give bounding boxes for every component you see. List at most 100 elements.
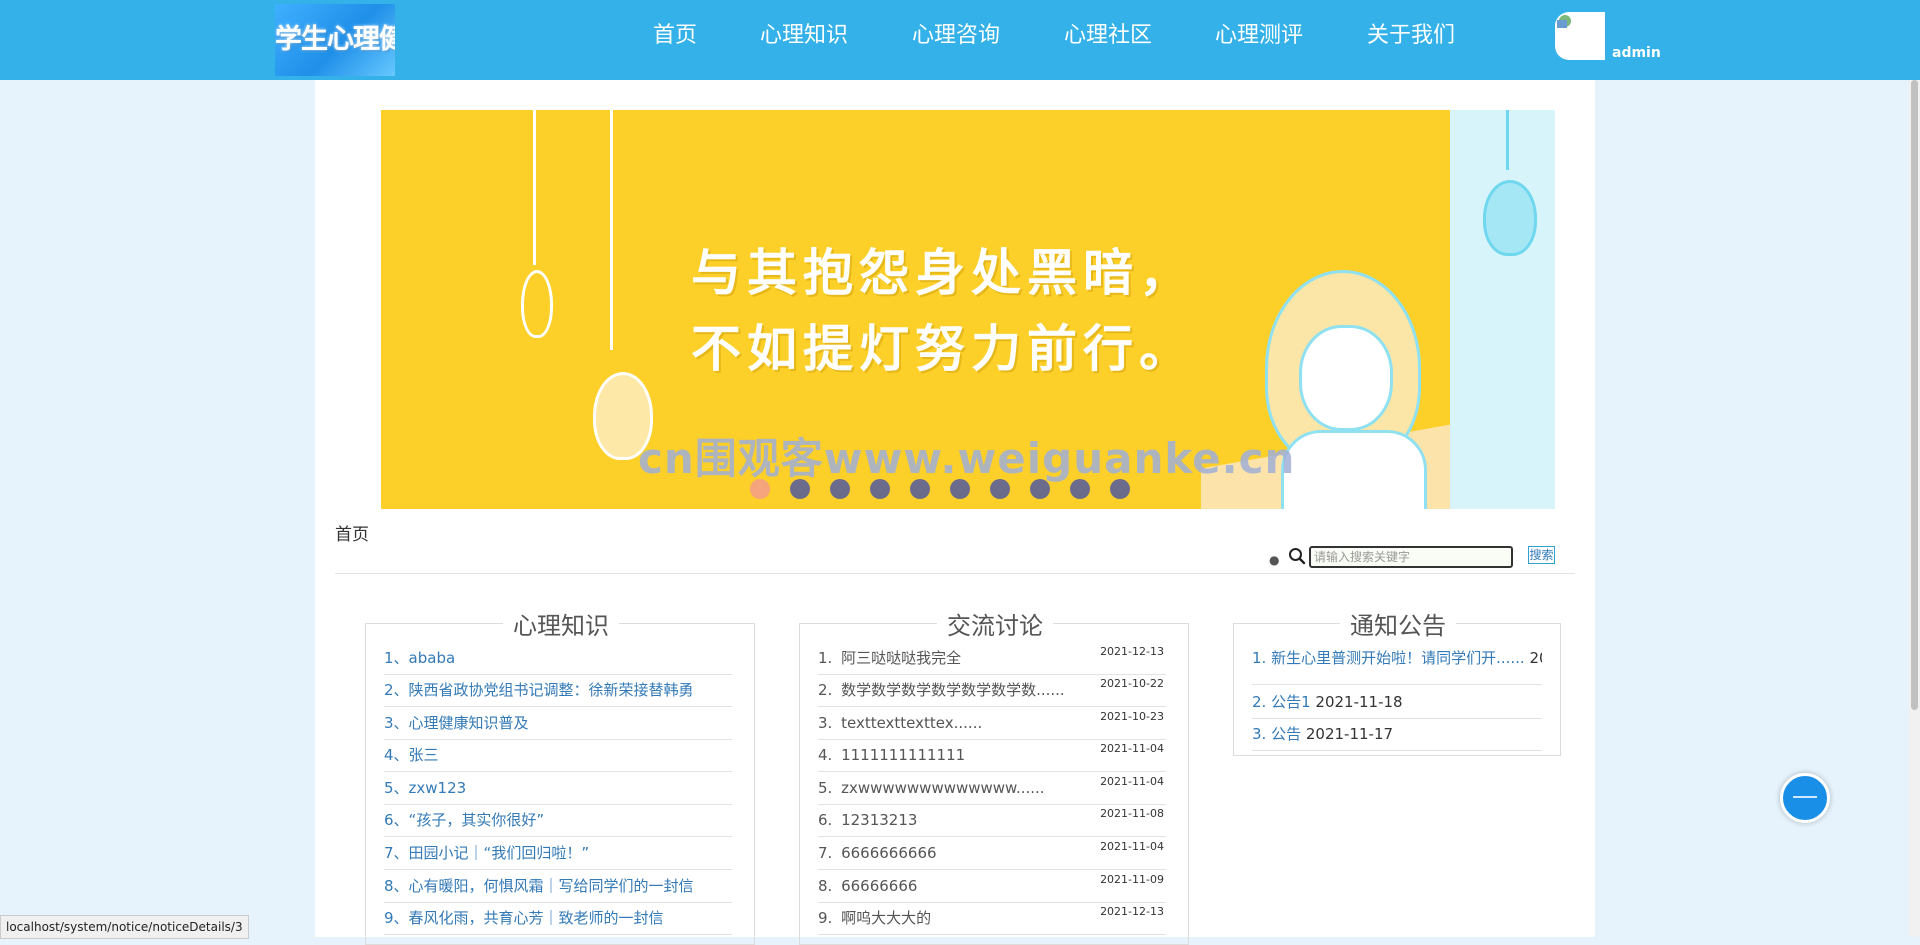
notice-item-date: 2021-11-17 — [1305, 725, 1394, 743]
discussion-item-title[interactable]: 1111111111111 — [841, 746, 965, 764]
knowledge-list-item[interactable]: 7、田园小记｜“我们回归啦！” — [384, 837, 732, 870]
lightbulb-icon — [1483, 180, 1537, 256]
discussion-item-number: 5. — [818, 779, 833, 797]
banner-slogan-line2: 不如提灯努力前行。 — [691, 320, 1195, 378]
discussion-list-item[interactable]: 8. 66666666 2021-11-09 — [818, 870, 1166, 903]
knowledge-link[interactable]: 3、心理健康知识普及 — [384, 714, 529, 732]
notice-list-item[interactable]: 1. 新生心里普测开始啦！请同学们开...... 2021-11-18 — [1252, 642, 1542, 685]
discussion-item-number: 9. — [818, 909, 833, 927]
discussion-list-item[interactable]: 9. 啊呜大大大的 2021-12-13 — [818, 902, 1166, 935]
nav-psych-knowledge[interactable]: 心理知识 — [760, 20, 848, 52]
discussion-item-title[interactable]: 66666666 — [841, 877, 917, 895]
carousel-dot[interactable] — [1030, 479, 1050, 499]
discussion-list-item[interactable]: 5. zxwwwwwwwwwwwww...... 2021-11-04 — [818, 772, 1166, 805]
notice-list-item[interactable]: 2. 公告1 2021-11-18 — [1252, 686, 1542, 719]
discussion-item-title[interactable]: 6666666666 — [841, 844, 936, 862]
discussion-item-date: 2021-10-22 — [1100, 677, 1164, 690]
discussion-item-title[interactable]: 12313213 — [841, 811, 917, 829]
carousel-dot[interactable] — [830, 479, 850, 499]
discussion-item-title[interactable]: texttexttexttex...... — [841, 714, 982, 732]
floating-action-button[interactable] — [1780, 773, 1830, 823]
nav-psych-community[interactable]: 心理社区 — [1064, 20, 1152, 52]
knowledge-list-item[interactable]: 8、心有暖阳，何惧风霜｜写给同学们的一封信 — [384, 870, 732, 903]
username-label[interactable]: admin — [1612, 45, 1661, 61]
discussion-item-number: 2. — [818, 681, 833, 699]
search-button[interactable]: 搜索 — [1528, 546, 1555, 564]
lamp-cord — [1506, 110, 1509, 170]
discussion-item-date: 2021-11-04 — [1100, 775, 1164, 788]
notice-list-item[interactable]: 3. 公告 2021-11-17 — [1252, 718, 1542, 751]
scrollbar-thumb[interactable] — [1911, 80, 1918, 710]
knowledge-link[interactable]: 7、田园小记｜“我们回归啦！” — [384, 844, 589, 862]
discussion-item-date: 2021-10-23 — [1100, 710, 1164, 723]
nav-home[interactable]: 首页 — [653, 20, 697, 52]
discussion-list-item[interactable]: 1. 阿三哒哒哒我完全 2021-12-13 — [818, 642, 1166, 675]
carousel-dot[interactable] — [870, 479, 890, 499]
notice-link[interactable]: 2. 公告1 — [1252, 693, 1311, 711]
knowledge-link[interactable]: 8、心有暖阳，何惧风霜｜写给同学们的一封信 — [384, 877, 694, 895]
discussion-list-item[interactable]: 6. 12313213 2021-11-08 — [818, 804, 1166, 837]
user-avatar[interactable] — [1555, 12, 1605, 60]
discussion-list-item[interactable]: 7. 6666666666 2021-11-04 — [818, 837, 1166, 870]
notice-link[interactable]: 1. 新生心里普测开始啦！请同学们开...... — [1252, 649, 1525, 667]
lightbulb-icon — [521, 270, 553, 338]
discussion-list-item[interactable]: 2. 数学数学数学数学数学数学数...... 2021-10-22 — [818, 674, 1166, 707]
girl-body-illustration — [1281, 430, 1427, 509]
knowledge-list-item[interactable]: 3、心理健康知识普及 — [384, 707, 732, 740]
girl-face-illustration — [1299, 325, 1393, 431]
banner-slogan: 与其抱怨身处黑暗， 不如提灯努力前行。 — [691, 235, 1195, 387]
page-scrollbar[interactable] — [1909, 80, 1920, 937]
top-navigation-bar: 学生心理健康 首页 心理知识 心理咨询 心理社区 心理测评 关于我们 admin — [0, 0, 1920, 80]
discussion-item-number: 6. — [818, 811, 833, 829]
notice-section-title: 通知公告 — [1340, 606, 1456, 641]
discussion-item-title[interactable]: 数学数学数学数学数学数学数...... — [841, 681, 1065, 699]
notice-section: 通知公告 1. 新生心里普测开始啦！请同学们开...... 2021-11-18… — [1233, 606, 1561, 756]
knowledge-list-item[interactable]: 1、ababa — [384, 642, 732, 675]
knowledge-list-item[interactable]: 2、陕西省政协党组书记调整：徐新荣接替韩勇 — [384, 674, 732, 707]
knowledge-link[interactable]: 1、ababa — [384, 649, 455, 667]
discussion-item-number: 4. — [818, 746, 833, 764]
carousel-dot[interactable] — [1070, 479, 1090, 499]
knowledge-link[interactable]: 4、张三 — [384, 746, 439, 764]
knowledge-link[interactable]: 6、“孩子，其实你很好” — [384, 811, 544, 829]
knowledge-list-item[interactable]: 9、春风化雨，共育心芳｜致老师的一封信 — [384, 902, 732, 935]
nav-about-us[interactable]: 关于我们 — [1367, 20, 1455, 52]
site-logo[interactable]: 学生心理健康 — [275, 4, 395, 76]
notice-link[interactable]: 3. 公告 — [1252, 725, 1301, 743]
search-icon[interactable] — [1288, 547, 1306, 565]
nav-psych-assessment[interactable]: 心理测评 — [1215, 20, 1303, 52]
breadcrumb: 首页 — [335, 525, 369, 545]
knowledge-list-item[interactable]: 5、zxw123 — [384, 772, 732, 805]
carousel-dot[interactable] — [790, 479, 810, 499]
carousel-dot[interactable] — [950, 479, 970, 499]
discussion-section-title: 交流讨论 — [937, 606, 1053, 641]
discussion-item-number: 3. — [818, 714, 833, 732]
discussion-item-date: 2021-11-09 — [1100, 873, 1164, 886]
carousel-dot[interactable] — [910, 479, 930, 499]
discussion-item-number: 8. — [818, 877, 833, 895]
knowledge-list-item[interactable]: 6、“孩子，其实你很好” — [384, 804, 732, 837]
discussion-item-title[interactable]: zxwwwwwwwwwwwww...... — [841, 779, 1044, 797]
knowledge-link[interactable]: 2、陕西省政协党组书记调整：徐新荣接替韩勇 — [384, 681, 694, 699]
knowledge-section-title: 心理知识 — [503, 606, 619, 641]
floating-action-icon — [1793, 796, 1817, 798]
search-bullet-icon: ● — [1269, 553, 1280, 567]
discussion-item-title[interactable]: 啊呜大大大的 — [841, 909, 931, 927]
carousel-dot[interactable] — [1110, 479, 1130, 499]
knowledge-link[interactable]: 9、春风化雨，共育心芳｜致老师的一封信 — [384, 909, 664, 927]
discussion-item-date: 2021-12-13 — [1100, 645, 1164, 658]
carousel-dot[interactable] — [750, 479, 770, 499]
discussion-list-item[interactable]: 3. texttexttexttex...... 2021-10-23 — [818, 707, 1166, 740]
discussion-item-date: 2021-12-13 — [1100, 905, 1164, 918]
discussion-item-date: 2021-11-04 — [1100, 840, 1164, 853]
search-input[interactable] — [1309, 546, 1513, 568]
nav-psych-consult[interactable]: 心理咨询 — [912, 20, 1000, 52]
knowledge-link[interactable]: 5、zxw123 — [384, 779, 466, 797]
carousel-dot[interactable] — [990, 479, 1010, 499]
lamp-cord — [610, 110, 613, 350]
knowledge-list-item[interactable]: 4、张三 — [384, 739, 732, 772]
discussion-item-date: 2021-11-08 — [1100, 807, 1164, 820]
discussion-list-item[interactable]: 4. 1111111111111 2021-11-04 — [818, 739, 1166, 772]
watermark-text: cn围观客www.weiguanke.cn — [638, 434, 1296, 483]
discussion-item-title[interactable]: 阿三哒哒哒我完全 — [841, 649, 961, 667]
